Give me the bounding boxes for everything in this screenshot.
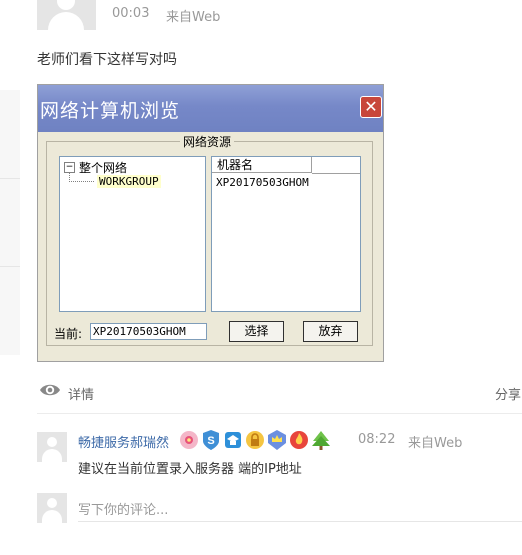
post-text: 老师们看下这样写对吗 <box>37 52 177 68</box>
fire-badge-icon <box>290 431 308 449</box>
tree-badge-icon <box>312 431 330 450</box>
avatar[interactable] <box>37 0 96 30</box>
comment-input[interactable] <box>78 500 522 522</box>
current-label: 当前: <box>54 327 83 341</box>
comment-source: 来自Web <box>408 436 463 451</box>
share-link[interactable]: 分享 <box>495 384 521 403</box>
left-gutter <box>0 90 20 355</box>
avatar <box>37 493 67 523</box>
dialog-screenshot[interactable]: 网络计算机浏览 ✕ 网络资源 − 整个网络 WORKGROUP 机器名 XP20… <box>37 84 384 362</box>
comment-time: 08:22 <box>358 432 396 447</box>
network-tree: − 整个网络 WORKGROUP <box>59 156 206 312</box>
hat-badge-icon <box>225 432 241 448</box>
eye-icon[interactable] <box>39 381 61 399</box>
group-label: 网络资源 <box>180 133 235 150</box>
select-button: 选择 <box>229 321 284 342</box>
post-time: 00:03 <box>112 6 150 21</box>
comment-text: 建议在当前位置录入服务器 端的IP地址 <box>78 462 302 477</box>
close-icon: ✕ <box>360 96 382 118</box>
comment-username[interactable]: 畅捷服务郝瑞然 <box>78 432 169 451</box>
detail-link[interactable]: 详情 <box>68 384 94 403</box>
current-field: XP20170503GHOM <box>90 323 207 340</box>
flower-badge-icon <box>180 431 198 449</box>
divider <box>37 413 522 414</box>
dialog-title: 网络计算机浏览 <box>40 100 181 122</box>
s-badge-icon: S <box>203 430 219 450</box>
tree-expander-icon: − <box>64 162 75 173</box>
list-item: XP20170503GHOM <box>216 176 309 189</box>
tree-root: 整个网络 <box>79 161 128 175</box>
svg-text:S: S <box>207 435 214 447</box>
tree-item-workgroup: WORKGROUP <box>97 175 161 188</box>
crown-badge-icon <box>268 430 286 450</box>
cancel-button: 放弃 <box>303 321 358 342</box>
avatar[interactable] <box>37 432 67 462</box>
machine-list: 机器名 XP20170503GHOM <box>211 156 361 312</box>
column-header-machine-name: 机器名 <box>212 157 312 173</box>
lock-badge-icon <box>246 431 264 449</box>
post-source: 来自Web <box>166 10 221 25</box>
